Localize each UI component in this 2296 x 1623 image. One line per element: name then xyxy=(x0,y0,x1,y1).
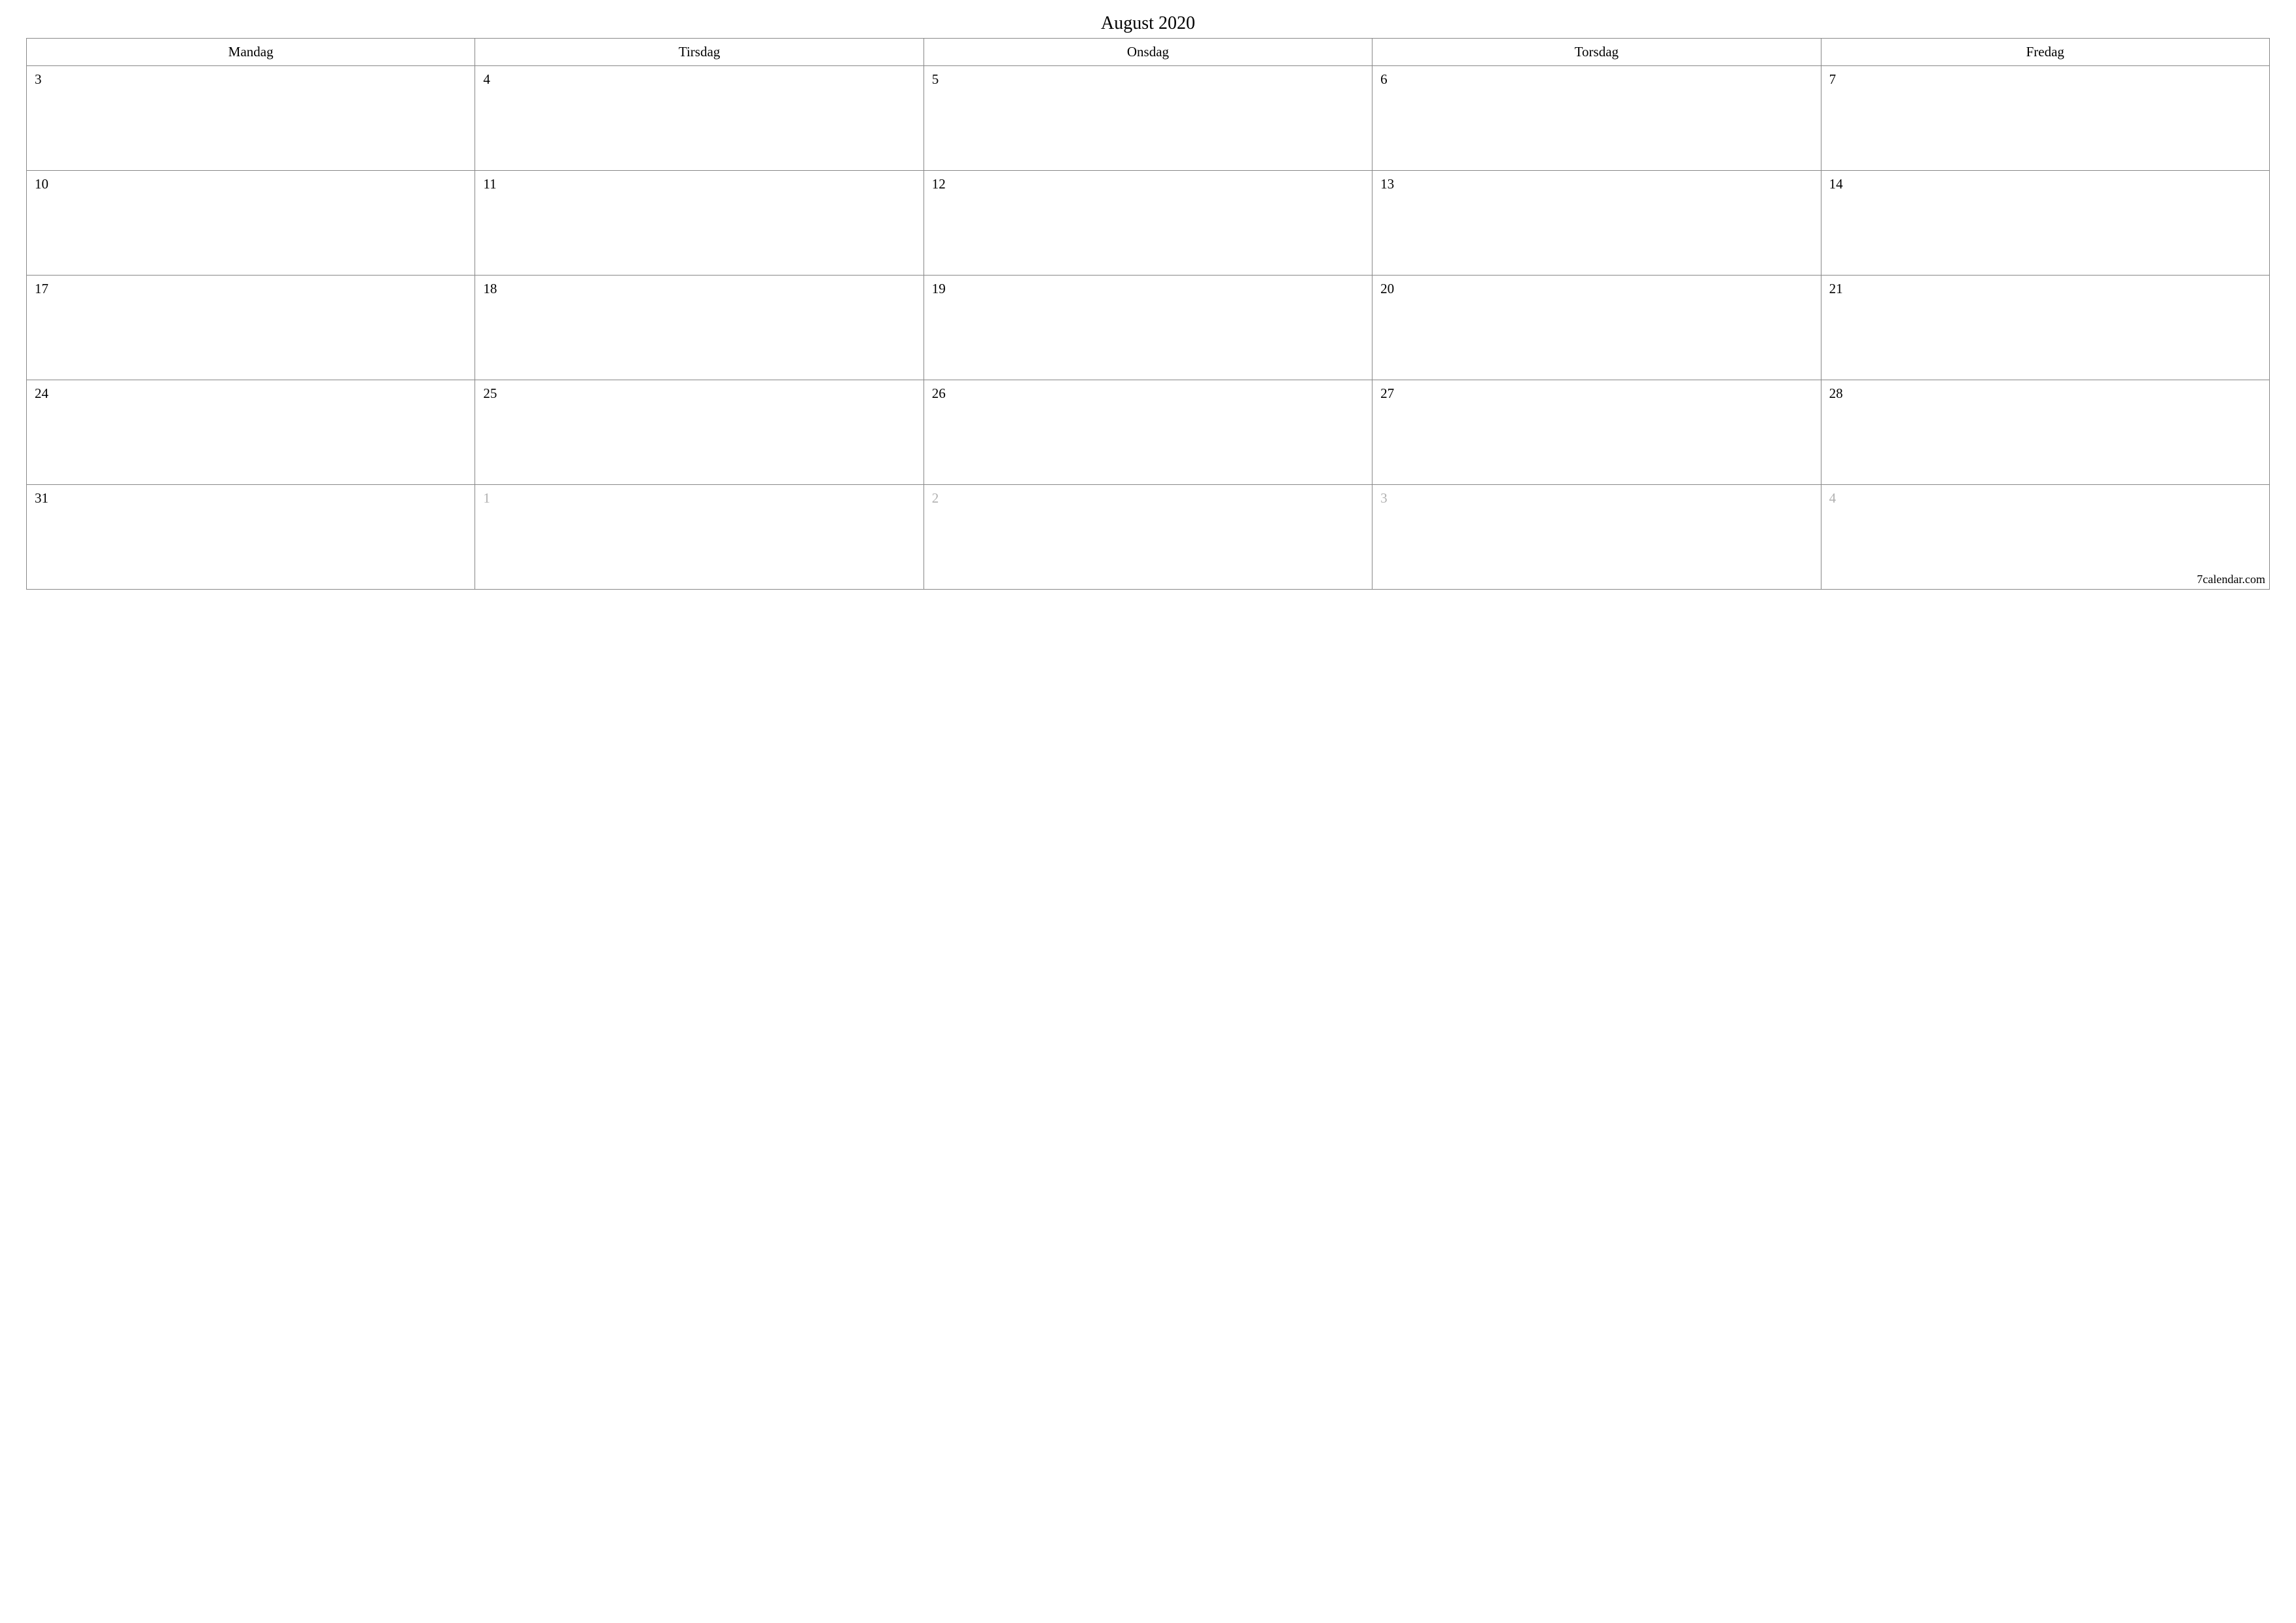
day-number: 4 xyxy=(1829,490,2261,507)
calendar-container: August 2020 Mandag Tirsdag Onsdag Torsda… xyxy=(26,13,2270,590)
calendar-day-cell: 19 xyxy=(924,276,1372,380)
day-number: 25 xyxy=(483,385,915,402)
calendar-day-cell: 20 xyxy=(1372,276,1821,380)
day-number: 6 xyxy=(1380,71,1812,88)
calendar-week-row: 10 11 12 13 14 xyxy=(27,171,2270,276)
day-number: 18 xyxy=(483,281,915,297)
calendar-day-cell: 3 xyxy=(27,66,475,171)
calendar-day-cell: 17 xyxy=(27,276,475,380)
day-number: 12 xyxy=(932,176,1364,192)
calendar-day-cell: 24 xyxy=(27,380,475,485)
day-number: 10 xyxy=(35,176,467,192)
calendar-day-cell: 11 xyxy=(475,171,924,276)
day-number: 28 xyxy=(1829,385,2261,402)
day-number: 24 xyxy=(35,385,467,402)
calendar-day-cell: 26 xyxy=(924,380,1372,485)
calendar-day-cell: 7 xyxy=(1821,66,2269,171)
footer-source-label: 7calendar.com xyxy=(2197,573,2265,586)
calendar-day-cell: 10 xyxy=(27,171,475,276)
calendar-week-row: 31 1234 7calendar.com xyxy=(27,485,2270,590)
calendar-week-row: 24 25 26 27 28 xyxy=(27,380,2270,485)
calendar-day-cell: 14 xyxy=(1821,171,2269,276)
header-onsdag: Onsdag xyxy=(924,39,1372,66)
day-number: 14 xyxy=(1829,176,2261,192)
calendar-day-cell: 2 xyxy=(924,485,1372,590)
day-number: 3 xyxy=(35,71,467,88)
day-number: 11 xyxy=(483,176,915,192)
calendar-day-cell: 31 xyxy=(27,485,475,590)
calendar-header-row: Mandag Tirsdag Onsdag Torsdag Fredag xyxy=(27,39,2270,66)
day-number: 27 xyxy=(1380,385,1812,402)
day-number: 31 xyxy=(35,490,467,507)
calendar-title: August 2020 xyxy=(26,13,2270,34)
day-number: 20 xyxy=(1380,281,1812,297)
calendar-day-cell: 13 xyxy=(1372,171,1821,276)
calendar-day-cell: 27 xyxy=(1372,380,1821,485)
calendar-day-cell: 28 xyxy=(1821,380,2269,485)
day-number: 3 xyxy=(1380,490,1812,507)
calendar-week-row: 34567 xyxy=(27,66,2270,171)
day-number: 19 xyxy=(932,281,1364,297)
calendar-day-cell: 21 xyxy=(1821,276,2269,380)
day-number: 7 xyxy=(1829,71,2261,88)
calendar-day-cell: 1 xyxy=(475,485,924,590)
calendar-day-cell: 12 xyxy=(924,171,1372,276)
header-fredag: Fredag xyxy=(1821,39,2269,66)
day-number: 4 xyxy=(483,71,915,88)
calendar-week-row: 17 18 19 20 21 xyxy=(27,276,2270,380)
calendar-day-cell: 25 xyxy=(475,380,924,485)
calendar-body: 3456710111213141718192021242526272831123… xyxy=(27,66,2270,590)
day-number: 5 xyxy=(932,71,1364,88)
day-number: 13 xyxy=(1380,176,1812,192)
day-number: 1 xyxy=(483,490,915,507)
header-tirsdag: Tirsdag xyxy=(475,39,924,66)
calendar-day-cell: 4 7calendar.com xyxy=(1821,485,2269,590)
calendar-day-cell: 3 xyxy=(1372,485,1821,590)
day-number: 2 xyxy=(932,490,1364,507)
calendar-day-cell: 18 xyxy=(475,276,924,380)
calendar-table: Mandag Tirsdag Onsdag Torsdag Fredag 345… xyxy=(26,38,2270,590)
day-number: 21 xyxy=(1829,281,2261,297)
calendar-day-cell: 4 xyxy=(475,66,924,171)
calendar-day-cell: 5 xyxy=(924,66,1372,171)
calendar-day-cell: 6 xyxy=(1372,66,1821,171)
day-number: 26 xyxy=(932,385,1364,402)
header-torsdag: Torsdag xyxy=(1372,39,1821,66)
header-mandag: Mandag xyxy=(27,39,475,66)
day-number: 17 xyxy=(35,281,467,297)
